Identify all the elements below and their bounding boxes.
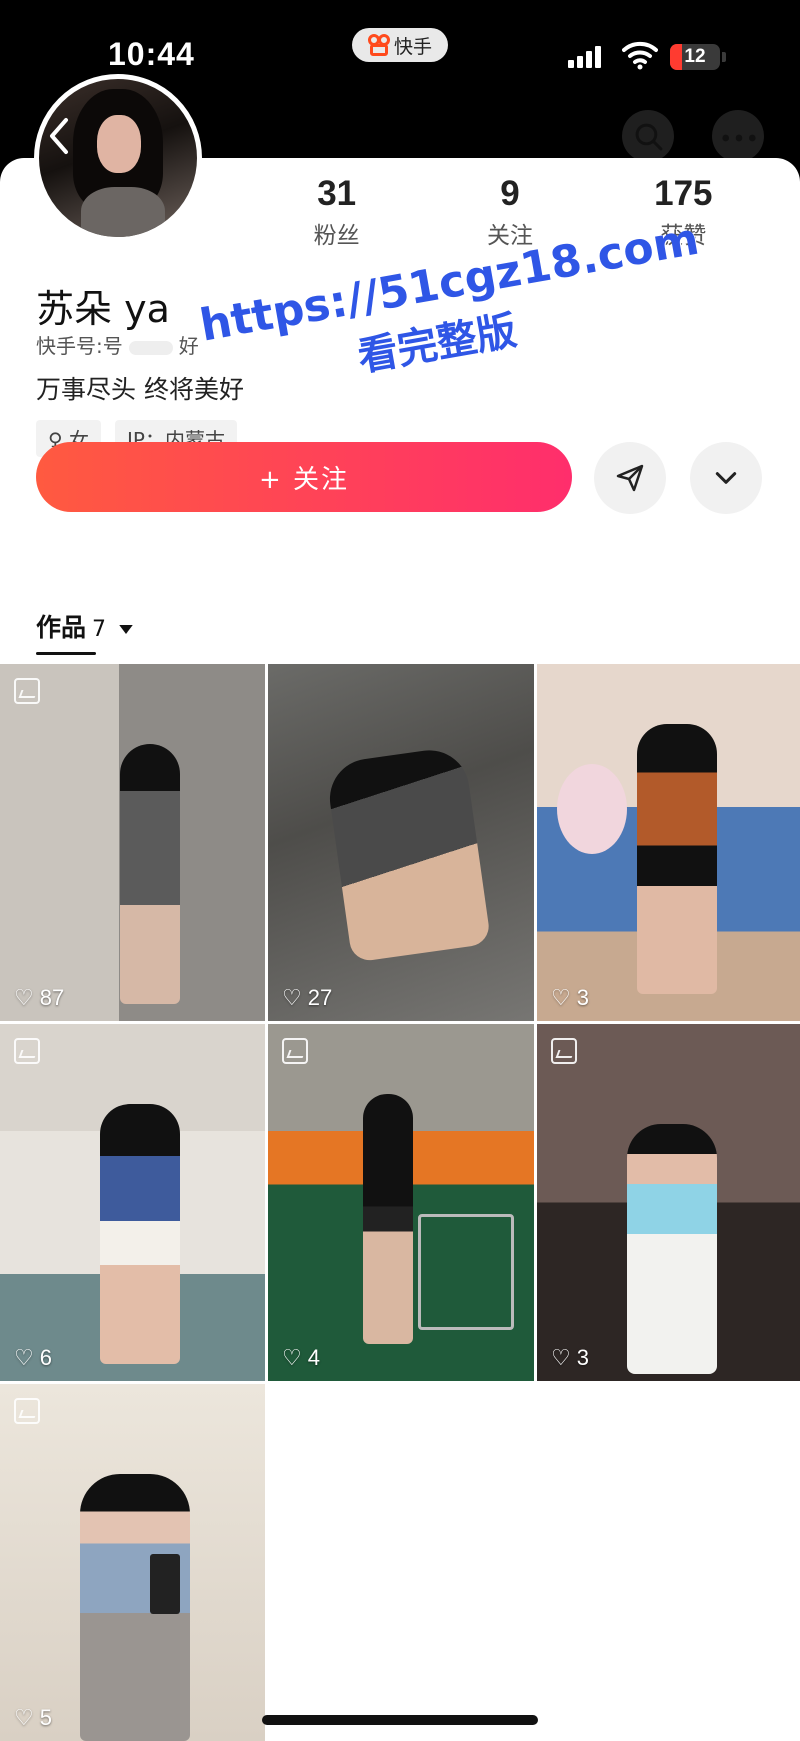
heart-icon: ♡	[551, 1345, 571, 1370]
battery-level: 12	[684, 46, 706, 67]
post-likes: ♡ 4	[282, 1345, 320, 1370]
profile-id[interactable]: 快手号:号 好	[36, 330, 199, 359]
post-likes: ♡ 5	[14, 1705, 52, 1730]
post-likes: ♡ 3	[551, 985, 589, 1010]
image-post-icon	[14, 678, 40, 704]
message-button[interactable]	[594, 442, 666, 514]
post-thumbnail[interactable]: ♡ 5	[0, 1384, 265, 1741]
post-likes: ♡ 87	[14, 985, 65, 1010]
tab-works-count: 7	[92, 617, 107, 642]
stat-fans[interactable]: 31 粉丝	[250, 174, 423, 250]
post-thumbnail[interactable]: ♡ 87	[0, 664, 265, 1021]
expand-button[interactable]	[690, 442, 762, 514]
battery-icon: 12	[670, 44, 720, 70]
post-thumbnail[interactable]: ♡ 6	[0, 1024, 265, 1381]
profile-id-label: 快手号:号	[36, 334, 123, 358]
kuaishou-logo-icon	[367, 34, 390, 56]
post-thumbnail[interactable]: ♡ 3	[537, 664, 800, 1021]
status-time: 10:44	[108, 36, 195, 72]
image-post-icon	[551, 1038, 577, 1064]
image-post-icon	[14, 1038, 40, 1064]
heart-icon: ♡	[282, 985, 302, 1010]
tab-works-label: 作品	[36, 613, 87, 642]
stat-label: 粉丝	[313, 223, 360, 249]
profile-name: 苏朵 ya	[36, 287, 170, 331]
id-redaction	[128, 340, 173, 355]
tab-active-indicator	[36, 652, 96, 655]
send-icon	[616, 464, 644, 492]
heart-icon: ♡	[14, 1345, 34, 1370]
image-post-icon	[282, 1038, 308, 1064]
post-thumbnail[interactable]: ♡ 4	[268, 1024, 534, 1381]
home-indicator[interactable]	[262, 1715, 538, 1725]
app-indicator-pill[interactable]: 快手	[352, 28, 448, 62]
avatar[interactable]	[34, 74, 202, 242]
more-icon[interactable]	[720, 132, 758, 144]
stat-value: 9	[500, 174, 520, 213]
heart-icon: ♡	[551, 985, 571, 1010]
post-thumbnail[interactable]: ♡ 27	[268, 664, 534, 1021]
app-name: 快手	[393, 35, 432, 58]
post-likes: ♡ 6	[14, 1345, 52, 1370]
wifi-icon	[622, 41, 658, 70]
cellular-signal-icon	[568, 46, 601, 68]
post-thumbnail[interactable]: ♡ 3	[537, 1024, 800, 1381]
post-likes: ♡ 27	[282, 985, 333, 1010]
tab-works[interactable]: 作品 7	[36, 608, 133, 644]
search-icon[interactable]	[632, 120, 666, 154]
caret-down-icon	[118, 624, 133, 634]
stat-value: 175	[654, 174, 713, 213]
heart-icon: ♡	[14, 985, 34, 1010]
profile-id-suffix: 好	[178, 334, 199, 358]
heart-icon: ♡	[282, 1345, 302, 1370]
heart-icon: ♡	[14, 1705, 34, 1730]
post-likes: ♡ 3	[551, 1345, 589, 1370]
posts-grid: ♡ 87 ♡ 27 ♡ 3 ♡ 6 ♡ 4 ♡ 3 ♡ 5	[0, 664, 800, 1741]
image-post-icon	[14, 1398, 40, 1424]
chevron-down-icon	[715, 472, 737, 484]
back-icon[interactable]	[44, 116, 74, 156]
stat-value: 31	[317, 174, 357, 213]
